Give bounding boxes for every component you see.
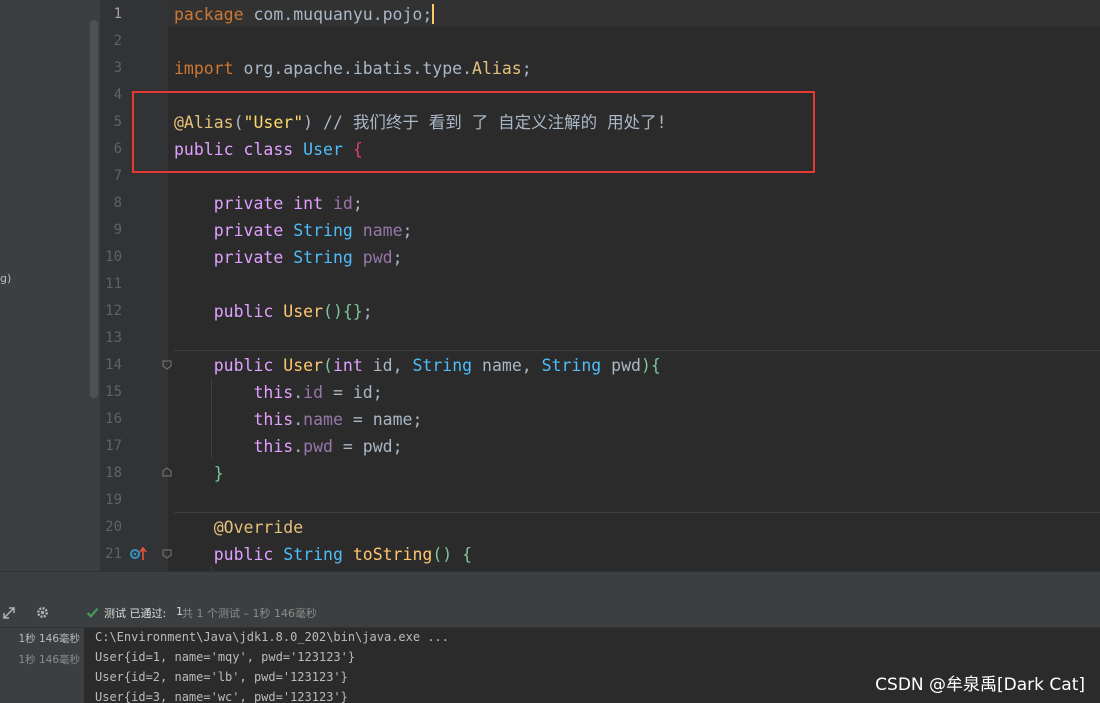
line-number: 7 xyxy=(113,168,122,184)
test-duration[interactable]: 1秒 146毫秒 xyxy=(0,652,80,667)
code-line-8: private int id; xyxy=(213,194,363,213)
line-number: 20 xyxy=(105,519,122,535)
test-status-label: 测试 已通过: xyxy=(104,607,167,620)
line-number: 11 xyxy=(105,276,122,292)
console-line: User{id=2, name='lb', pwd='123123'} xyxy=(95,670,348,684)
test-summary: 共 1 个测试 – 1秒 146毫秒 xyxy=(182,607,317,620)
project-panel: g) xyxy=(0,0,100,571)
watermark: CSDN @牟泉禹[Dark Cat] xyxy=(875,675,1085,695)
panel-splitter[interactable] xyxy=(0,571,1100,599)
code-line-9: private String name; xyxy=(213,221,413,240)
line-number: 17 xyxy=(105,438,122,454)
code-line-10: private String pwd; xyxy=(213,248,403,267)
code-line-21: public String toString() { xyxy=(213,545,473,564)
console-line: User{id=1, name='mqy', pwd='123123'} xyxy=(95,650,356,664)
code-line-15: this.id = id; xyxy=(253,383,383,402)
line-number: 1 xyxy=(113,6,122,22)
console-line: C:\Environment\Java\jdk1.8.0_202\bin\jav… xyxy=(95,630,450,644)
gear-icon[interactable] xyxy=(35,605,50,620)
line-number: 10 xyxy=(105,249,122,265)
project-panel-scrollbar[interactable] xyxy=(90,20,98,398)
line-number: 9 xyxy=(113,222,122,238)
text-caret xyxy=(432,4,435,24)
run-toolbar: 测试 已通过: 1 共 1 个测试 – 1秒 146毫秒 xyxy=(0,598,1100,628)
highlight-annotation-box xyxy=(132,91,815,173)
line-number: 12 xyxy=(105,303,122,319)
fold-icon[interactable] xyxy=(162,360,172,370)
fold-icon[interactable] xyxy=(162,549,172,559)
project-tree-text: g) xyxy=(0,272,12,285)
line-number: 16 xyxy=(105,411,122,427)
line-number: 2 xyxy=(113,33,122,49)
line-number: 4 xyxy=(113,87,122,103)
line-number: 14 xyxy=(105,357,122,373)
expand-icon[interactable] xyxy=(2,606,16,620)
console-line: User{id=3, name='wc', pwd='123123'} xyxy=(95,690,348,703)
code-editor[interactable]: package com.muquanyu.pojo; import org.ap… xyxy=(168,0,1100,571)
check-icon xyxy=(86,608,99,618)
test-duration[interactable]: 1秒 146毫秒 xyxy=(0,631,80,646)
override-method-icon[interactable] xyxy=(130,546,148,562)
line-number: 5 xyxy=(113,114,122,130)
code-line-1: package com.muquanyu.pojo; xyxy=(174,4,435,24)
code-line-18: } xyxy=(213,464,224,483)
line-number: 21 xyxy=(105,546,122,562)
code-line-14: public User(int id, String name, String … xyxy=(213,356,661,375)
line-number: 8 xyxy=(113,195,122,211)
test-results-tree: 1秒 146毫秒 1秒 146毫秒 xyxy=(0,628,84,703)
line-number: 3 xyxy=(113,60,122,76)
code-line-3: import org.apache.ibatis.type.Alias; xyxy=(174,59,532,78)
line-number: 15 xyxy=(105,384,122,400)
line-number: 18 xyxy=(105,465,122,481)
code-line-17: this.pwd = pwd; xyxy=(253,437,403,456)
code-line-16: this.name = name; xyxy=(253,410,423,429)
line-number: 19 xyxy=(105,492,122,508)
code-line-20: @Override xyxy=(213,518,304,537)
fold-icon[interactable] xyxy=(162,467,172,477)
line-number: 6 xyxy=(113,141,122,157)
method-separator xyxy=(174,512,1100,513)
code-line-12: public User(){}; xyxy=(213,302,373,321)
line-number: 13 xyxy=(105,330,122,346)
method-separator xyxy=(174,350,1100,351)
